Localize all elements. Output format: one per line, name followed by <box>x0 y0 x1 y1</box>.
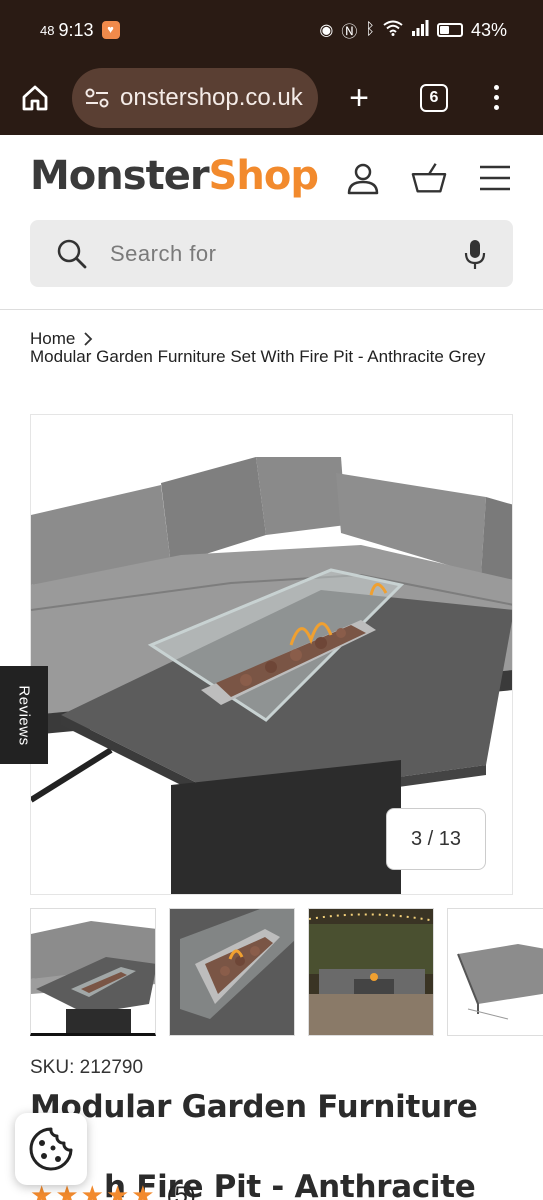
browser-home-button[interactable] <box>20 83 50 113</box>
nfc-icon: Ⓝ <box>341 24 358 41</box>
browser-menu-button[interactable] <box>494 85 499 110</box>
product-sku: SKU: 212790 <box>30 1057 144 1078</box>
status-right: ◉ Ⓝ ᛒ 43% <box>319 18 507 42</box>
home-icon <box>22 85 48 110</box>
notification-app-icon: ♥ <box>101 21 120 39</box>
menu-button[interactable] <box>477 160 513 196</box>
site-logo[interactable]: MonsterShop <box>30 153 319 199</box>
breadcrumb-home-row: Home <box>30 330 93 348</box>
rating-count: (5) <box>166 1181 196 1200</box>
reviews-tab-label: Reviews <box>15 684 33 746</box>
status-small-number: 48 <box>40 22 55 38</box>
site-header: MonsterShop Search for <box>0 135 543 310</box>
breadcrumb-home[interactable]: Home <box>30 330 75 348</box>
search-bar[interactable]: Search for <box>30 220 513 287</box>
status-left: 48 9:13 ♥ <box>40 20 120 41</box>
star-icon: ★ <box>80 1180 104 1200</box>
breadcrumb-current: Modular Garden Furniture Set With Fire P… <box>30 347 486 366</box>
search-input[interactable]: Search for <box>110 241 463 267</box>
site-settings-icon[interactable] <box>84 87 110 109</box>
logo-text-shop: Shop <box>208 153 319 199</box>
wifi-icon <box>383 20 403 41</box>
reviews-side-tab[interactable]: Reviews <box>0 666 48 764</box>
thumbnail-2[interactable] <box>169 908 295 1036</box>
basket-icon <box>411 163 447 193</box>
address-bar-url: onstershop.co.uk <box>120 83 303 111</box>
address-bar[interactable]: onstershop.co.uk <box>72 67 318 128</box>
hamburger-icon <box>480 165 510 191</box>
account-button[interactable] <box>345 160 381 196</box>
eye-icon: ◉ <box>319 22 334 39</box>
signal-icon <box>411 19 429 41</box>
thumbnail-strip <box>30 908 543 1036</box>
thumbnail-4[interactable] <box>447 908 543 1036</box>
header-actions <box>345 160 513 196</box>
thumbnail-4-image <box>448 909 543 1035</box>
status-bar: 48 9:13 ♥ ◉ Ⓝ ᛒ 43% <box>0 0 543 60</box>
tab-switcher-button[interactable]: 6 <box>420 83 448 112</box>
star-icon: ★ <box>105 1180 130 1200</box>
star-icon: ★ <box>131 1180 155 1200</box>
bluetooth-icon: ᛒ <box>365 21 375 38</box>
thumbnail-3[interactable] <box>308 908 434 1036</box>
cookie-icon <box>29 1127 73 1171</box>
image-counter: 3 / 13 <box>386 808 486 870</box>
battery-percent: 43% <box>470 19 507 40</box>
thumbnail-1[interactable] <box>30 908 156 1036</box>
cookie-settings-button[interactable] <box>15 1113 87 1185</box>
basket-button[interactable] <box>411 160 447 196</box>
chevron-right-icon <box>84 332 93 346</box>
logo-text-monster: Monster <box>30 153 210 199</box>
user-icon <box>347 163 379 195</box>
browser-toolbar: onstershop.co.uk + 6 <box>0 60 543 135</box>
breadcrumb: Home Modular Garden Furniture Set With F… <box>30 330 513 366</box>
thumbnail-3-image <box>309 909 433 1035</box>
new-tab-button[interactable]: + <box>344 81 374 115</box>
status-time: 9:13 <box>58 19 94 40</box>
main-product-image[interactable]: 3 / 13 <box>30 414 513 895</box>
product-title-line-1: Modular Garden Furniture Set <box>30 1089 478 1165</box>
thumbnail-2-image <box>170 909 294 1035</box>
search-icon <box>57 239 87 268</box>
thumbnail-1-image <box>31 909 155 1033</box>
battery-icon <box>436 23 463 37</box>
microphone-icon[interactable] <box>463 238 487 270</box>
